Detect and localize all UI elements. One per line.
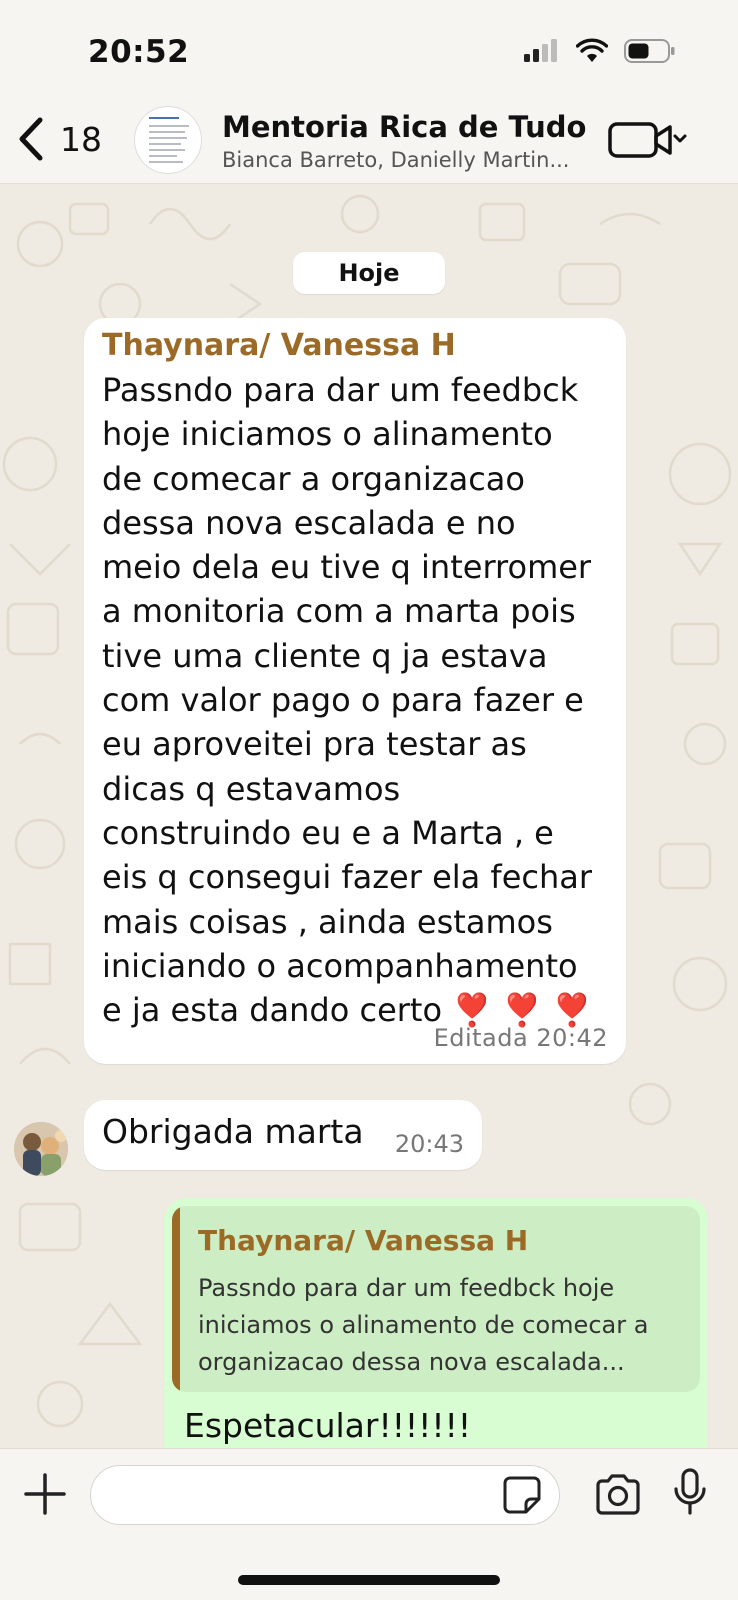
message-sender[interactable]: Thaynara/ Vanessa H (102, 328, 456, 363)
sender-avatar[interactable] (14, 1122, 68, 1176)
battery-icon (624, 39, 675, 63)
message-text: Obrigada marta (102, 1112, 364, 1151)
quote-bar (172, 1206, 180, 1392)
incoming-message[interactable]: Obrigada marta 20:43 (84, 1100, 482, 1170)
home-indicator[interactable] (238, 1575, 500, 1585)
back-button[interactable]: 18 (14, 116, 102, 162)
sticker-icon[interactable] (502, 1475, 542, 1515)
group-avatar[interactable] (134, 106, 202, 174)
message-meta: Editada 20:42 (433, 1024, 608, 1052)
message-time: 20:43 (394, 1130, 464, 1158)
quoted-message[interactable]: Thaynara/ Vanessa H Passndo para dar um … (172, 1206, 700, 1392)
cellular-signal-icon (524, 39, 557, 62)
date-chip: Hoje (293, 252, 445, 294)
status-time: 20:52 (88, 34, 190, 70)
chat-participants[interactable]: Bianca Barreto, Danielly Martin... (222, 148, 582, 172)
unread-count: 18 (60, 119, 102, 159)
sender-photo (14, 1122, 68, 1176)
top-bar: 20:52 18 Mentoria Rica de Tudo Bianca Ba… (0, 0, 738, 184)
video-call-icon[interactable] (608, 120, 688, 160)
message-text: Passndo para dar um feedbck hoje iniciam… (102, 371, 593, 1030)
wifi-icon (576, 38, 608, 62)
microphone-icon[interactable] (672, 1467, 708, 1517)
camera-icon[interactable] (594, 1473, 642, 1515)
message-text: Espetacular!!!!!!! (184, 1406, 472, 1445)
outgoing-message[interactable]: Thaynara/ Vanessa H Passndo para dar um … (164, 1198, 708, 1448)
quoted-sender: Thaynara/ Vanessa H (198, 1224, 529, 1257)
quoted-text: Passndo para dar um feedbck hoje iniciam… (198, 1274, 649, 1376)
chevron-left-icon (19, 117, 43, 161)
status-icons (522, 38, 676, 64)
plus-icon[interactable] (22, 1471, 68, 1517)
message-input[interactable] (90, 1465, 560, 1525)
composer-bar (0, 1448, 738, 1600)
chat-title[interactable]: Mentoria Rica de Tudo (222, 110, 586, 144)
incoming-message[interactable]: Thaynara/ Vanessa H Passndo para dar um … (84, 318, 626, 1064)
chat-area[interactable]: Hoje Thaynara/ Vanessa H Passndo para da… (0, 184, 738, 1448)
